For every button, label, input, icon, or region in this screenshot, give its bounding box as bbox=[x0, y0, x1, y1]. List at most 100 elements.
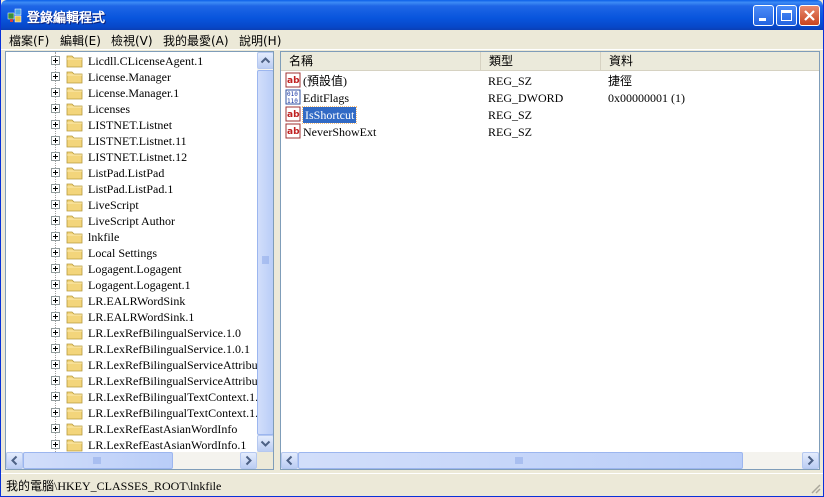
tree-item[interactable]: LR.LexRefBilingualTextContext.1.0 bbox=[6, 405, 264, 421]
binary-value-icon: 010110 bbox=[285, 89, 301, 105]
folder-icon bbox=[66, 375, 83, 388]
tree-item[interactable]: License.Manager bbox=[6, 69, 258, 85]
close-button[interactable] bbox=[799, 5, 820, 26]
tree-item[interactable]: LiveScript bbox=[6, 197, 258, 213]
resize-grip-icon[interactable] bbox=[809, 482, 821, 494]
value-row[interactable]: ab IsShortcut REG_SZ bbox=[281, 106, 819, 124]
svg-text:010: 010 bbox=[287, 91, 298, 98]
scroll-down-button[interactable] bbox=[257, 435, 273, 452]
column-header-data[interactable]: 資料 bbox=[601, 52, 819, 70]
tree-item[interactable]: LR.LexRefBilingualServiceAttribute bbox=[6, 373, 266, 389]
tree-item[interactable]: LISTNET.Listnet bbox=[6, 117, 258, 133]
tree-item[interactable]: lnkfile bbox=[6, 229, 258, 245]
tree-item[interactable]: Licenses bbox=[6, 101, 258, 117]
key-tree-pane[interactable]: Licdll.CLicenseAgent.1 License.Manager Lic… bbox=[5, 51, 274, 470]
tree-hscroll-thumb[interactable] bbox=[23, 452, 173, 469]
folder-icon bbox=[66, 55, 83, 68]
tree-item-label: LiveScript Author bbox=[88, 214, 175, 228]
expand-plus-icon[interactable] bbox=[51, 232, 60, 241]
title-bar[interactable]: 登錄編輯程式 bbox=[1, 0, 823, 30]
tree-item[interactable]: ListPad.ListPad bbox=[6, 165, 258, 181]
value-row[interactable]: 010 110 EditFlags REG_DWORD 0x00000001 (1) bbox=[281, 89, 819, 106]
menu-view[interactable]: 檢視(V) bbox=[111, 32, 153, 49]
expand-plus-icon[interactable] bbox=[51, 328, 60, 337]
list-hscroll-thumb[interactable] bbox=[298, 452, 743, 469]
tree-item[interactable]: Logagent.Logagent bbox=[6, 261, 258, 277]
expand-plus-icon[interactable] bbox=[51, 104, 60, 113]
expand-plus-icon[interactable] bbox=[51, 392, 60, 401]
tree-item[interactable]: Logagent.Logagent.1 bbox=[6, 277, 258, 293]
tree-item[interactable]: LR.LexRefBilingualTextContext.1.0 bbox=[6, 389, 264, 405]
column-header-name[interactable]: 名稱 bbox=[281, 52, 481, 70]
list-header: 名稱 類型 資料 bbox=[281, 52, 819, 71]
menu-help[interactable]: 說明(H) bbox=[239, 32, 281, 49]
tree-horizontal-scrollbar[interactable] bbox=[6, 452, 257, 469]
tree-vertical-scrollbar[interactable] bbox=[257, 52, 273, 452]
tree-item[interactable]: LR.LexRefBilingualService.1.0.1 bbox=[6, 341, 258, 357]
tree-item[interactable]: License.Manager.1 bbox=[6, 85, 258, 101]
scroll-left-button[interactable] bbox=[281, 452, 298, 469]
status-path: 我的電腦\HKEY_CLASSES_ROOT\lnkfile bbox=[6, 479, 222, 493]
tree-item-label: lnkfile bbox=[88, 230, 120, 244]
tree-item[interactable]: LISTNET.Listnet.11 bbox=[6, 133, 258, 149]
tree-item[interactable]: LR.LexRefBilingualService.1.0 bbox=[6, 325, 258, 341]
tree-item-label: LR.EALRWordSink.1 bbox=[88, 310, 195, 324]
scroll-up-button[interactable] bbox=[257, 52, 273, 69]
expand-plus-icon[interactable] bbox=[51, 312, 60, 321]
tree-item[interactable]: LR.EALRWordSink bbox=[6, 293, 258, 309]
tree-item-label: License.Manager.1 bbox=[88, 86, 180, 100]
expand-plus-icon[interactable] bbox=[51, 296, 60, 305]
expand-plus-icon[interactable] bbox=[51, 376, 60, 385]
scroll-right-button[interactable] bbox=[802, 452, 819, 469]
expand-plus-icon[interactable] bbox=[51, 216, 60, 225]
tree-item[interactable]: LR.LexRefEastAsianWordInfo.1 bbox=[6, 437, 258, 453]
folder-icon bbox=[66, 135, 83, 148]
expand-plus-icon[interactable] bbox=[51, 408, 60, 417]
expand-plus-icon[interactable] bbox=[51, 264, 60, 273]
tree-item[interactable]: LR.EALRWordSink.1 bbox=[6, 309, 258, 325]
folder-icon bbox=[66, 247, 83, 260]
arrow-right-icon bbox=[807, 455, 814, 466]
expand-plus-icon[interactable] bbox=[51, 168, 60, 177]
expand-plus-icon[interactable] bbox=[51, 424, 60, 433]
expand-plus-icon[interactable] bbox=[51, 184, 60, 193]
grip-icon bbox=[93, 457, 101, 464]
menu-edit[interactable]: 編輯(E) bbox=[60, 32, 101, 49]
folder-icon bbox=[66, 167, 83, 180]
values-list-pane[interactable]: 名稱 類型 資料 ab (預設值) REG_SZ 捷徑 010 110 EditFlags R… bbox=[280, 51, 820, 470]
column-header-type[interactable]: 類型 bbox=[481, 52, 601, 70]
tree-scroll-thumb[interactable] bbox=[257, 70, 273, 435]
tree-item[interactable]: LR.LexRefBilingualServiceAttribute bbox=[6, 357, 266, 373]
svg-text:110: 110 bbox=[287, 98, 298, 105]
maximize-button[interactable] bbox=[776, 5, 797, 26]
svg-text:ab: ab bbox=[287, 76, 300, 86]
expand-plus-icon[interactable] bbox=[51, 360, 60, 369]
tree-item[interactable]: Local Settings bbox=[6, 245, 258, 261]
tree-item[interactable]: LR.LexRefEastAsianWordInfo bbox=[6, 421, 258, 437]
expand-plus-icon[interactable] bbox=[51, 88, 60, 97]
expand-plus-icon[interactable] bbox=[51, 120, 60, 129]
value-row[interactable]: ab (預設值) REG_SZ 捷徑 bbox=[281, 72, 819, 89]
scroll-right-button[interactable] bbox=[240, 452, 257, 469]
expand-plus-icon[interactable] bbox=[51, 152, 60, 161]
tree-item-label: Licenses bbox=[88, 102, 130, 116]
expand-plus-icon[interactable] bbox=[51, 72, 60, 81]
tree-item[interactable]: Licdll.CLicenseAgent.1 bbox=[6, 53, 258, 69]
menu-favorites[interactable]: 我的最愛(A) bbox=[163, 32, 229, 49]
value-row[interactable]: ab NeverShowExt REG_SZ bbox=[281, 123, 819, 140]
list-horizontal-scrollbar[interactable] bbox=[281, 452, 819, 469]
expand-plus-icon[interactable] bbox=[51, 280, 60, 289]
folder-icon bbox=[66, 71, 83, 84]
expand-plus-icon[interactable] bbox=[51, 200, 60, 209]
tree-item[interactable]: LiveScript Author bbox=[6, 213, 258, 229]
tree-item[interactable]: LISTNET.Listnet.12 bbox=[6, 149, 258, 165]
expand-plus-icon[interactable] bbox=[51, 248, 60, 257]
minimize-button[interactable] bbox=[753, 5, 774, 26]
expand-plus-icon[interactable] bbox=[51, 56, 60, 65]
expand-plus-icon[interactable] bbox=[51, 440, 60, 449]
scroll-left-button[interactable] bbox=[6, 452, 23, 469]
menu-file[interactable]: 檔案(F) bbox=[9, 32, 49, 49]
tree-item[interactable]: ListPad.ListPad.1 bbox=[6, 181, 258, 197]
expand-plus-icon[interactable] bbox=[51, 344, 60, 353]
expand-plus-icon[interactable] bbox=[51, 136, 60, 145]
